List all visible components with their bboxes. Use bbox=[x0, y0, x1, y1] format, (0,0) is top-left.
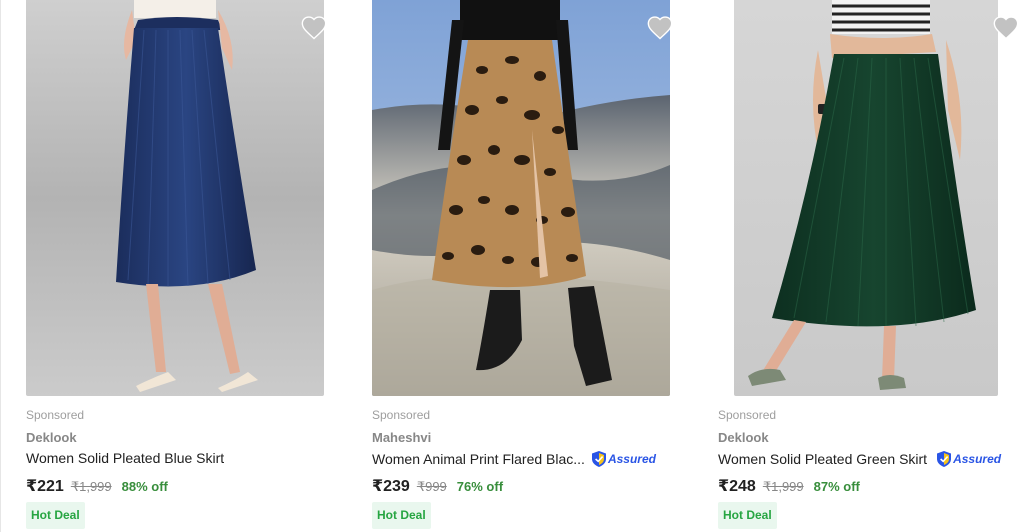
sponsored-label: Sponsored bbox=[718, 408, 777, 422]
price-row: ₹239 ₹999 76% off bbox=[372, 476, 503, 496]
assured-label: Assured bbox=[607, 452, 656, 466]
assured-badge: Assured bbox=[936, 450, 1001, 468]
wishlist-heart-icon[interactable] bbox=[300, 14, 328, 42]
product-discount: 88% off bbox=[121, 479, 168, 494]
product-card[interactable]: Sponsored Maheshvi Women Animal Print Fl… bbox=[372, 0, 702, 532]
blue-pleated-skirt-image bbox=[26, 0, 324, 396]
assured-shield-icon bbox=[591, 451, 606, 467]
product-title[interactable]: Women Solid Pleated Green Skirt bbox=[718, 451, 927, 467]
hot-deal-badge: Hot Deal bbox=[718, 502, 777, 529]
product-title[interactable]: Women Solid Pleated Blue Skirt bbox=[26, 450, 224, 466]
product-brand: Maheshvi bbox=[372, 430, 432, 445]
product-discount: 87% off bbox=[813, 479, 860, 494]
product-mrp: ₹1,999 bbox=[762, 479, 804, 494]
product-mrp: ₹1,999 bbox=[70, 479, 112, 494]
price-row: ₹221 ₹1,999 88% off bbox=[26, 476, 168, 496]
green-pleated-skirt-image bbox=[734, 0, 998, 396]
hot-deal-badge: Hot Deal bbox=[372, 502, 431, 529]
sponsored-label: Sponsored bbox=[372, 408, 431, 422]
wishlist-heart-icon[interactable] bbox=[992, 14, 1020, 42]
product-image[interactable] bbox=[372, 0, 670, 396]
product-card[interactable]: Sponsored Deklook Women Solid Pleated Gr… bbox=[718, 0, 1021, 532]
product-title-row[interactable]: Women Solid Pleated Green Skirt Assured bbox=[718, 450, 1001, 468]
product-brand: Deklook bbox=[718, 430, 769, 445]
product-title-row[interactable]: Women Animal Print Flared Blac... Assure… bbox=[372, 450, 656, 468]
wishlist-heart-icon[interactable] bbox=[646, 14, 674, 42]
product-price: ₹221 bbox=[26, 478, 64, 495]
product-price: ₹239 bbox=[372, 478, 410, 495]
assured-shield-icon bbox=[937, 451, 952, 467]
product-image[interactable] bbox=[734, 0, 998, 396]
assured-label: Assured bbox=[953, 452, 1002, 466]
product-discount: 76% off bbox=[456, 479, 504, 494]
product-price: ₹248 bbox=[718, 478, 756, 495]
product-title-row[interactable]: Women Solid Pleated Blue Skirt bbox=[26, 450, 224, 466]
page-left-border bbox=[0, 0, 1, 532]
product-brand: Deklook bbox=[26, 430, 77, 445]
price-row: ₹248 ₹1,999 87% off bbox=[718, 476, 860, 496]
assured-badge: Assured bbox=[591, 450, 656, 468]
product-image[interactable] bbox=[26, 0, 324, 396]
sponsored-label: Sponsored bbox=[26, 408, 85, 422]
hot-deal-badge: Hot Deal bbox=[26, 502, 85, 529]
product-card[interactable]: Sponsored Deklook Women Solid Pleated Bl… bbox=[26, 0, 356, 532]
product-mrp: ₹999 bbox=[416, 479, 447, 494]
leopard-print-skirt-image bbox=[372, 0, 670, 396]
product-title[interactable]: Women Animal Print Flared Blac... bbox=[372, 451, 585, 467]
